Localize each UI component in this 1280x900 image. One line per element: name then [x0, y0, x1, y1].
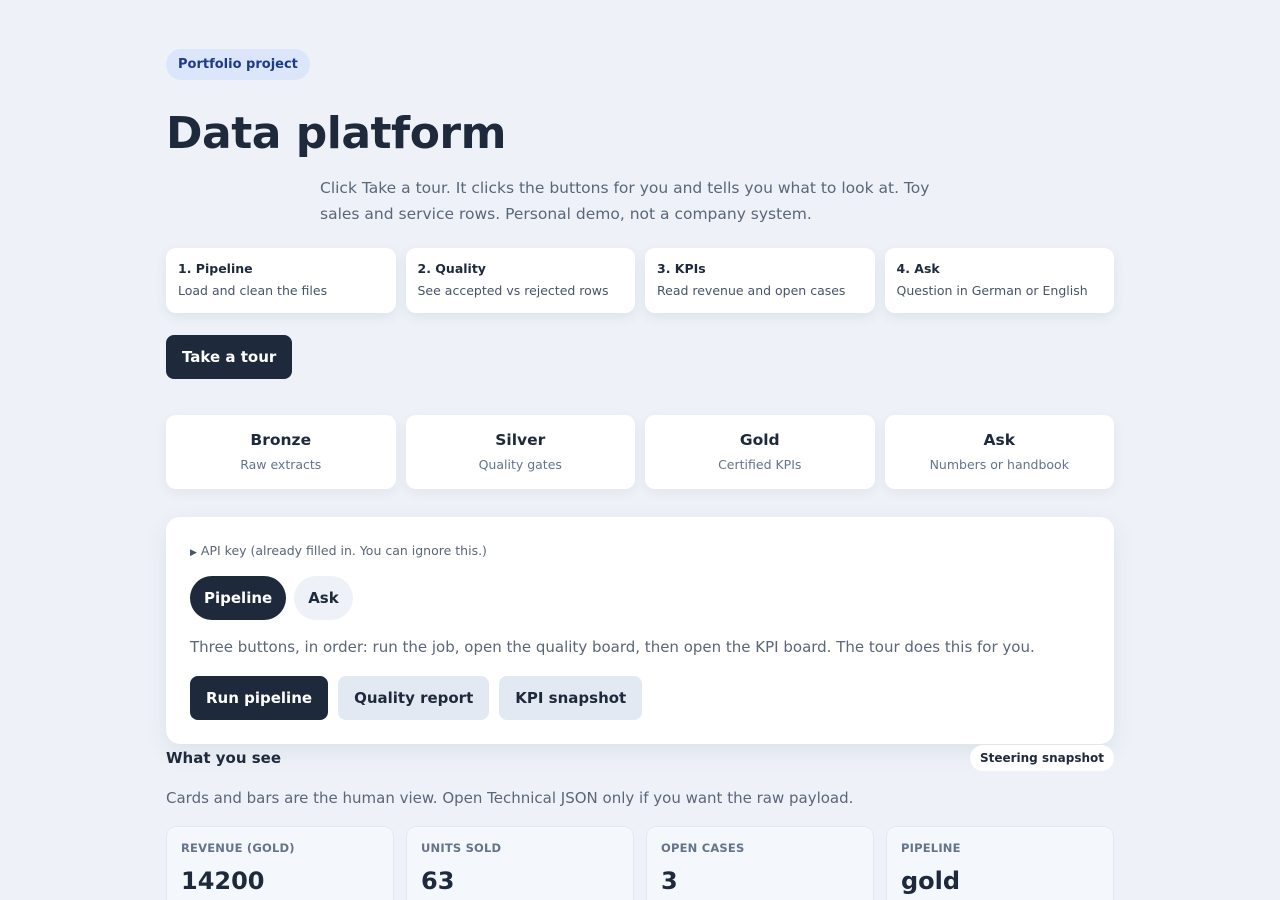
panel-tabs: Pipeline Ask [190, 576, 353, 620]
step-desc: Read revenue and open cases [657, 283, 846, 298]
kpi-value: gold [901, 867, 961, 895]
kpi-value: 63 [421, 867, 455, 895]
layer-card-ask: Ask Numbers or handbook [884, 415, 1114, 489]
results-description: Cards and bars are the human view. Open … [166, 789, 854, 807]
step-card-pipeline: 1. Pipeline Load and clean the files [166, 248, 396, 313]
step-card-quality: 2. Quality See accepted vs rejected rows [405, 248, 635, 313]
steering-snapshot-tag: Steering snapshot [969, 745, 1114, 771]
disclosure-triangle-icon: ▶ [190, 548, 197, 558]
tab-ask[interactable]: Ask [294, 576, 353, 620]
layer-title: Bronze [250, 431, 312, 449]
layer-desc: Raw extracts [240, 457, 322, 472]
step-card-ask: 4. Ask Question in German or English [884, 248, 1114, 313]
step-desc: Question in German or English [896, 283, 1088, 298]
layer-card-bronze: Bronze Raw extracts [166, 415, 396, 489]
step-desc: Load and clean the files [178, 283, 328, 298]
control-panel: ▶ API key (already filled in. You can ign… [166, 517, 1114, 744]
step-card-kpis: 3. KPIs Read revenue and open cases [645, 248, 875, 313]
kpi-card-units: UNITS SOLD 63 [406, 826, 634, 900]
layer-desc: Quality gates [478, 457, 562, 472]
step-title: 3. KPIs [657, 261, 706, 276]
kpi-snapshot-button[interactable]: KPI snapshot [499, 676, 643, 720]
kpi-label: PIPELINE [901, 841, 961, 855]
kpi-label: UNITS SOLD [421, 841, 502, 855]
kpi-card-open-cases: OPEN CASES 3 [646, 826, 874, 900]
results-heading: What you see [166, 749, 281, 767]
layer-title: Silver [495, 431, 546, 449]
run-pipeline-button[interactable]: Run pipeline [190, 676, 329, 720]
step-title: 4. Ask [896, 261, 940, 276]
steps-row: 1. Pipeline Load and clean the files 2. … [166, 248, 1114, 313]
tab-pipeline[interactable]: Pipeline [190, 576, 287, 620]
kpi-row: REVENUE (GOLD) 14200 UNITS SOLD 63 OPEN … [166, 826, 1114, 900]
layer-card-silver: Silver Quality gates [405, 415, 635, 489]
portfolio-badge: Portfolio project [166, 49, 310, 80]
api-key-disclosure[interactable]: ▶ API key (already filled in. You can ign… [190, 543, 487, 558]
kpi-value: 3 [661, 867, 678, 895]
layer-title: Ask [983, 431, 1016, 449]
kpi-value: 14200 [181, 867, 265, 895]
kpi-card-revenue: REVENUE (GOLD) 14200 [166, 826, 394, 900]
kpi-card-pipeline: PIPELINE gold [886, 826, 1114, 900]
intro-text: Click Take a tour. It clicks the buttons… [320, 179, 930, 223]
layer-card-gold: Gold Certified KPIs [645, 415, 875, 489]
page-title: Data platform [166, 108, 506, 159]
kpi-label: OPEN CASES [661, 841, 745, 855]
layers-row: Bronze Raw extracts Silver Quality gates… [166, 415, 1114, 489]
step-title: 2. Quality [417, 261, 486, 276]
step-desc: See accepted vs rejected rows [417, 283, 609, 298]
panel-description: Three buttons, in order: run the job, op… [190, 638, 1035, 656]
layer-desc: Certified KPIs [718, 457, 802, 472]
quality-report-button[interactable]: Quality report [338, 676, 490, 720]
action-buttons: Run pipeline Quality report KPI snapshot [190, 676, 643, 720]
kpi-label: REVENUE (GOLD) [181, 841, 295, 855]
step-title: 1. Pipeline [178, 261, 253, 276]
layer-desc: Numbers or handbook [929, 457, 1069, 472]
api-key-summary: API key (already filled in. You can igno… [200, 543, 487, 558]
take-tour-button[interactable]: Take a tour [166, 335, 293, 379]
layer-title: Gold [739, 431, 780, 449]
